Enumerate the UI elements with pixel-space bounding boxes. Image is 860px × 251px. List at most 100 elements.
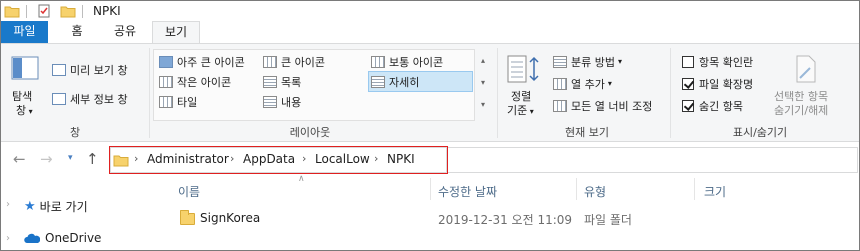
tiles-icon — [159, 95, 173, 108]
small-icons-icon — [159, 75, 173, 88]
sort-icon — [507, 55, 539, 83]
layout-content[interactable]: 내용 — [263, 93, 301, 110]
breadcrumb-npki[interactable]: NPKI — [387, 152, 415, 166]
details-icon — [371, 75, 385, 88]
column-divider[interactable] — [694, 178, 695, 200]
layout-list[interactable]: 목록 — [263, 73, 301, 90]
add-columns-label: 열 추가 — [571, 77, 605, 91]
size-columns-button[interactable]: 모든 열 너비 조정 — [553, 97, 652, 114]
details-pane-icon — [52, 92, 66, 105]
star-icon: ★ — [24, 199, 36, 214]
item-checkboxes-checkbox[interactable] — [682, 55, 694, 68]
ribbon-tabs: 파일 홈 공유 보기 — [1, 21, 859, 44]
current-view-group-label: 현재 보기 — [565, 126, 609, 139]
forward-arrow-icon[interactable]: → — [40, 150, 53, 168]
nav-item-quick-access[interactable]: ★ 바로 가기 — [24, 198, 88, 215]
content-icon — [263, 95, 277, 108]
sort-label-2-text: 기준 — [507, 104, 528, 117]
group-divider — [670, 48, 671, 138]
folder-icon — [4, 6, 20, 18]
large-icons-icon — [263, 55, 277, 68]
new-folder-icon[interactable] — [60, 4, 76, 18]
sort-chevron-icon: ∧ — [298, 174, 305, 184]
hide-selected-label-2: 숨기기/해제 — [774, 104, 829, 117]
column-header-size[interactable]: 크기 — [704, 183, 726, 200]
column-divider[interactable] — [430, 178, 431, 200]
layout-large-icons[interactable]: 큰 아이콘 — [263, 53, 325, 70]
title-bar: NPKI — [1, 1, 859, 21]
breadcrumb-separator-icon[interactable]: › — [134, 152, 138, 165]
add-columns-icon — [553, 77, 567, 90]
address-bar-extension[interactable] — [447, 147, 858, 173]
window-title: NPKI — [93, 4, 121, 18]
column-header-name[interactable]: 이름 — [178, 183, 200, 200]
breadcrumb-separator-icon[interactable]: › — [302, 152, 306, 165]
up-arrow-icon[interactable]: ↑ — [86, 150, 99, 168]
group-divider — [497, 48, 498, 138]
file-extensions-label: 파일 확장명 — [699, 77, 754, 91]
properties-icon[interactable] — [36, 4, 52, 18]
add-columns-button[interactable]: 열 추가 ▾ — [553, 75, 612, 92]
group-by-button[interactable]: 분류 방법 ▾ — [553, 53, 622, 70]
nav-pane-label-2: 창 ▾ — [16, 104, 33, 117]
size-columns-icon — [553, 99, 567, 112]
column-divider[interactable] — [576, 178, 577, 200]
item-checkboxes-toggle[interactable]: 항목 확인란 — [682, 53, 753, 70]
item-checkboxes-label: 항목 확인란 — [699, 55, 754, 69]
layout-scroll-arrows[interactable]: ▴ ▾ ▾ — [477, 50, 489, 120]
hide-selected-icon — [796, 55, 816, 83]
medium-icons-icon — [371, 55, 385, 68]
file-row[interactable]: SignKorea 2019-12-31 오전 11:09 파일 폴더 — [176, 208, 856, 228]
layout-details-label: 자세히 — [389, 75, 420, 89]
preview-pane-button[interactable]: 미리 보기 창 — [52, 61, 128, 78]
file-type: 파일 폴더 — [584, 213, 632, 227]
hide-selected-button[interactable]: 선택한 항목 숨기기/해제 — [772, 52, 844, 122]
breadcrumb-appdata[interactable]: AppData — [243, 152, 295, 166]
nav-pane-button[interactable]: 탐색 창 ▾ — [8, 52, 42, 122]
tab-home[interactable]: 홈 — [57, 21, 97, 43]
hidden-items-toggle[interactable]: 숨긴 항목 — [682, 97, 743, 114]
layout-details[interactable]: 자세히 — [368, 71, 473, 92]
column-header-date[interactable]: 수정한 날짜 — [438, 183, 497, 200]
layout-extra-large-icons[interactable]: 아주 큰 아이콘 — [159, 53, 245, 70]
nav-item-onedrive-label: OneDrive — [45, 231, 102, 245]
extra-large-icons-icon — [159, 55, 173, 68]
recent-locations-chevron-icon[interactable]: ▾ — [68, 153, 73, 163]
layout-small-label: 작은 아이콘 — [177, 75, 232, 89]
file-extensions-checkbox[interactable] — [682, 77, 694, 90]
hidden-items-label: 숨긴 항목 — [699, 99, 743, 113]
expand-chevron-icon[interactable]: › — [6, 199, 10, 210]
nav-item-onedrive[interactable]: OneDrive — [24, 231, 101, 245]
file-extensions-toggle[interactable]: 파일 확장명 — [682, 75, 753, 92]
breadcrumb-locallow[interactable]: LocalLow — [315, 152, 370, 166]
details-pane-button[interactable]: 세부 정보 창 — [52, 90, 128, 107]
hidden-items-checkbox[interactable] — [682, 99, 694, 112]
layout-tiles[interactable]: 타일 — [159, 93, 197, 110]
breadcrumb-separator-icon[interactable]: › — [230, 152, 234, 165]
nav-pane-icon — [11, 56, 39, 80]
sort-by-button[interactable]: 정렬 기준 ▾ — [504, 52, 544, 122]
group-by-label: 분류 방법 — [571, 55, 615, 69]
folder-icon — [180, 210, 195, 225]
list-icon — [263, 75, 277, 88]
breadcrumb-separator-icon[interactable]: › — [374, 152, 378, 165]
group-by-icon — [553, 55, 567, 68]
cloud-icon — [24, 233, 40, 243]
layout-medium-label: 보통 아이콘 — [389, 55, 444, 69]
breadcrumb-administrator[interactable]: Administrator — [147, 152, 229, 166]
panes-group-label: 창 — [69, 126, 81, 139]
tab-file[interactable]: 파일 — [1, 21, 48, 43]
expand-chevron-icon[interactable]: › — [6, 233, 10, 244]
file-date: 2019-12-31 오전 11:09 — [438, 213, 573, 227]
divider — [26, 4, 27, 18]
tab-view[interactable]: 보기 — [152, 21, 200, 44]
layout-small-icons[interactable]: 작은 아이콘 — [159, 73, 231, 90]
preview-pane-label: 미리 보기 창 — [70, 63, 128, 77]
column-header-type[interactable]: 유형 — [584, 183, 606, 200]
tab-share[interactable]: 공유 — [103, 21, 147, 43]
back-arrow-icon[interactable]: ← — [13, 150, 26, 168]
layout-large-label: 큰 아이콘 — [281, 55, 325, 69]
layout-list-label: 목록 — [281, 75, 302, 89]
layout-medium-icons[interactable]: 보통 아이콘 — [371, 53, 443, 70]
layout-group-label: 레이아웃 — [289, 126, 331, 139]
